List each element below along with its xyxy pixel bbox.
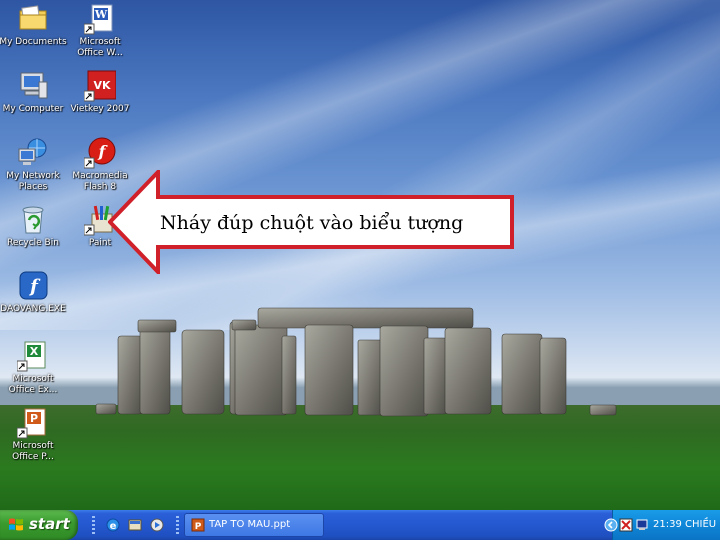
network-places-icon (18, 138, 47, 165)
word-icon: W (84, 4, 113, 35)
desktop-icon-word[interactable]: W Microsoft Office W... (64, 3, 136, 59)
powerpoint-icon: P (17, 408, 46, 439)
network-tray-icon[interactable] (635, 518, 649, 532)
callout-text: Nháy đúp chuột vào biểu tượng (160, 212, 464, 234)
flash-icon: f (84, 137, 116, 169)
desktop-icon-label: Microsoft Office Ex... (8, 374, 58, 395)
recycle-bin-icon (22, 206, 44, 234)
clock[interactable]: 21:39 CHIỀU (653, 519, 716, 530)
excel-icon: X (17, 341, 46, 372)
desktop-icon-label: My Computer (2, 104, 64, 114)
media-player-icon[interactable] (149, 517, 165, 533)
my-documents-icon (19, 5, 47, 30)
windows-logo-icon (9, 518, 23, 531)
svg-text:P: P (195, 522, 202, 532)
desktop-icon-vietkey[interactable]: VK Vietkey 2007 (64, 70, 136, 115)
taskbar-button-label: TAP TO MAU.ppt (209, 519, 291, 530)
svg-text:P: P (30, 412, 38, 425)
system-tray: 21:39 CHIỀU (604, 510, 720, 540)
svg-text:W: W (94, 8, 108, 21)
svg-text:e: e (110, 521, 117, 532)
taskbar: start e P TAP TO MAU.ppt 21:39 CHIỀU (0, 510, 720, 540)
desktop-icon-label: Microsoft Office P... (12, 441, 54, 462)
start-button[interactable]: start (0, 510, 78, 540)
my-computer-icon (20, 72, 48, 99)
desktop-icon-recycle-bin[interactable]: Recycle Bin (0, 204, 69, 249)
desktop-icon-label: Recycle Bin (7, 238, 59, 248)
desktop-icon-label: My Network Places (6, 171, 60, 192)
desktop-icon-label: Microsoft Office W... (77, 37, 123, 58)
desktop-icon-label: DAOVANG.EXE (0, 304, 66, 314)
quicklaunch-grip[interactable] (92, 516, 95, 534)
desktop-icon-label: Vietkey 2007 (70, 104, 130, 114)
taskbar-button-powerpoint[interactable]: P TAP TO MAU.ppt (184, 513, 324, 537)
taskbar-grip[interactable] (176, 516, 179, 534)
powerpoint-icon: P (191, 518, 205, 532)
desktop-icon-excel[interactable]: X Microsoft Office Ex... (0, 340, 69, 396)
desktop-icon-powerpoint[interactable]: P Microsoft Office P... (0, 407, 69, 463)
start-label: start (29, 515, 70, 533)
desktop-icon-daovang[interactable]: f DAOVANG.EXE (0, 270, 69, 315)
internet-explorer-icon[interactable]: e (105, 517, 121, 533)
show-desktop-icon[interactable] (127, 517, 143, 533)
desktop-icon-network-places[interactable]: My Network Places (0, 137, 69, 193)
desktop-icon-my-documents[interactable]: My Documents (0, 3, 69, 48)
show-hidden-icons-icon[interactable] (604, 518, 618, 532)
desktop-icon-my-computer[interactable]: My Computer (0, 70, 69, 115)
svg-text:X: X (30, 345, 39, 358)
svg-text:VK: VK (93, 79, 111, 92)
vietkey-icon: VK (84, 70, 116, 102)
flash-player-icon: f (19, 271, 48, 300)
vietkey-tray-icon[interactable] (619, 518, 633, 532)
desktop-icon-label: My Documents (0, 37, 67, 47)
